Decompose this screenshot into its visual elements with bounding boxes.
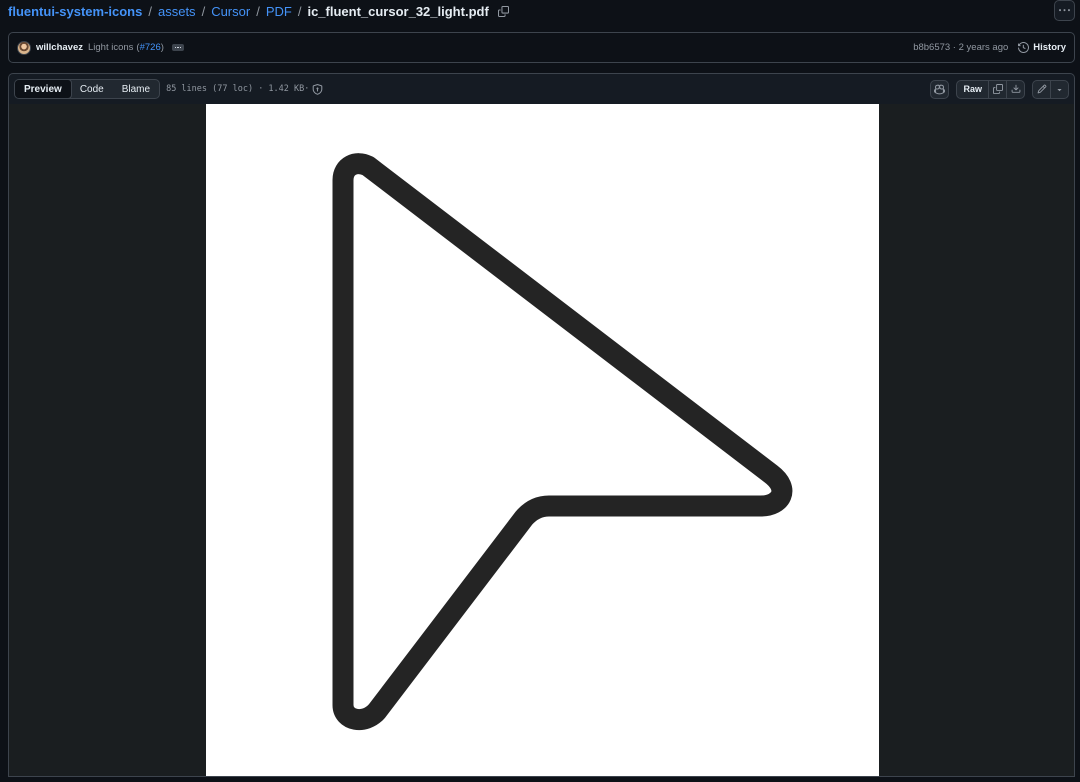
copilot-button[interactable] bbox=[930, 79, 950, 99]
breadcrumb-separator: / bbox=[148, 3, 152, 19]
commit-sha-and-time[interactable]: b8b6573 · 2 years ago bbox=[913, 42, 1008, 53]
kebab-horizontal-icon bbox=[1059, 9, 1070, 12]
history-label: History bbox=[1033, 42, 1066, 53]
breadcrumb-file-name: ic_fluent_cursor_32_light.pdf bbox=[307, 3, 489, 19]
triangle-down-icon bbox=[1057, 88, 1062, 91]
file-header: Preview Code Blame 85 lines (77 loc) · 1… bbox=[8, 73, 1075, 104]
raw-button[interactable]: Raw bbox=[956, 79, 989, 99]
commit-message[interactable]: Light icons bbox=[88, 42, 133, 53]
shield-icon[interactable] bbox=[312, 83, 323, 95]
breadcrumb-separator: / bbox=[201, 3, 206, 19]
breadcrumb: fluentui-system-icons / assets / Cursor … bbox=[8, 0, 509, 22]
breadcrumb-assets-link[interactable]: assets bbox=[158, 4, 196, 19]
edit-actions-group bbox=[1032, 79, 1069, 99]
copy-raw-button[interactable] bbox=[988, 79, 1007, 99]
expand-commit-message-button[interactable] bbox=[171, 44, 184, 51]
commit-author-link[interactable]: willchavez bbox=[36, 42, 83, 53]
latest-commit-bar: willchavez Light icons ( #726 ) b8b6573 … bbox=[8, 32, 1075, 63]
more-options-button[interactable] bbox=[1054, 0, 1075, 21]
tab-blame[interactable]: Blame bbox=[113, 80, 159, 98]
pdf-preview[interactable] bbox=[8, 104, 1075, 777]
tab-code[interactable]: Code bbox=[71, 80, 113, 98]
file-meta: 85 lines (77 loc) · 1.42 KB· bbox=[166, 83, 323, 95]
edit-file-button[interactable] bbox=[1032, 79, 1051, 99]
copy-path-icon[interactable] bbox=[497, 5, 509, 17]
history-button[interactable]: History bbox=[1018, 42, 1066, 53]
copilot-icon bbox=[934, 84, 946, 94]
breadcrumb-separator: / bbox=[256, 3, 260, 19]
copy-icon bbox=[992, 84, 1003, 94]
avatar[interactable] bbox=[17, 40, 31, 55]
breadcrumb-separator: / bbox=[297, 3, 302, 19]
history-icon bbox=[1018, 42, 1030, 53]
download-button[interactable] bbox=[1006, 79, 1025, 99]
breadcrumb-repo-link[interactable]: fluentui-system-icons bbox=[8, 4, 142, 19]
view-mode-tabs: Preview Code Blame bbox=[14, 79, 161, 99]
edit-options-dropdown[interactable] bbox=[1050, 79, 1069, 99]
file-stats: 85 lines (77 loc) · 1.42 KB· bbox=[166, 84, 310, 94]
breadcrumb-cursor-link[interactable]: Cursor bbox=[211, 4, 250, 19]
pencil-icon bbox=[1037, 84, 1046, 94]
commit-pr-link[interactable]: #726 bbox=[140, 42, 161, 53]
breadcrumb-pdf-link[interactable]: PDF bbox=[266, 4, 292, 19]
cursor-arrow-icon bbox=[332, 153, 793, 730]
tab-preview[interactable]: Preview bbox=[15, 80, 72, 98]
download-icon bbox=[1011, 84, 1020, 93]
commit-pr-close-paren: ) bbox=[160, 42, 164, 53]
pdf-page bbox=[206, 104, 879, 776]
file-actions-group: Raw bbox=[956, 79, 1025, 99]
